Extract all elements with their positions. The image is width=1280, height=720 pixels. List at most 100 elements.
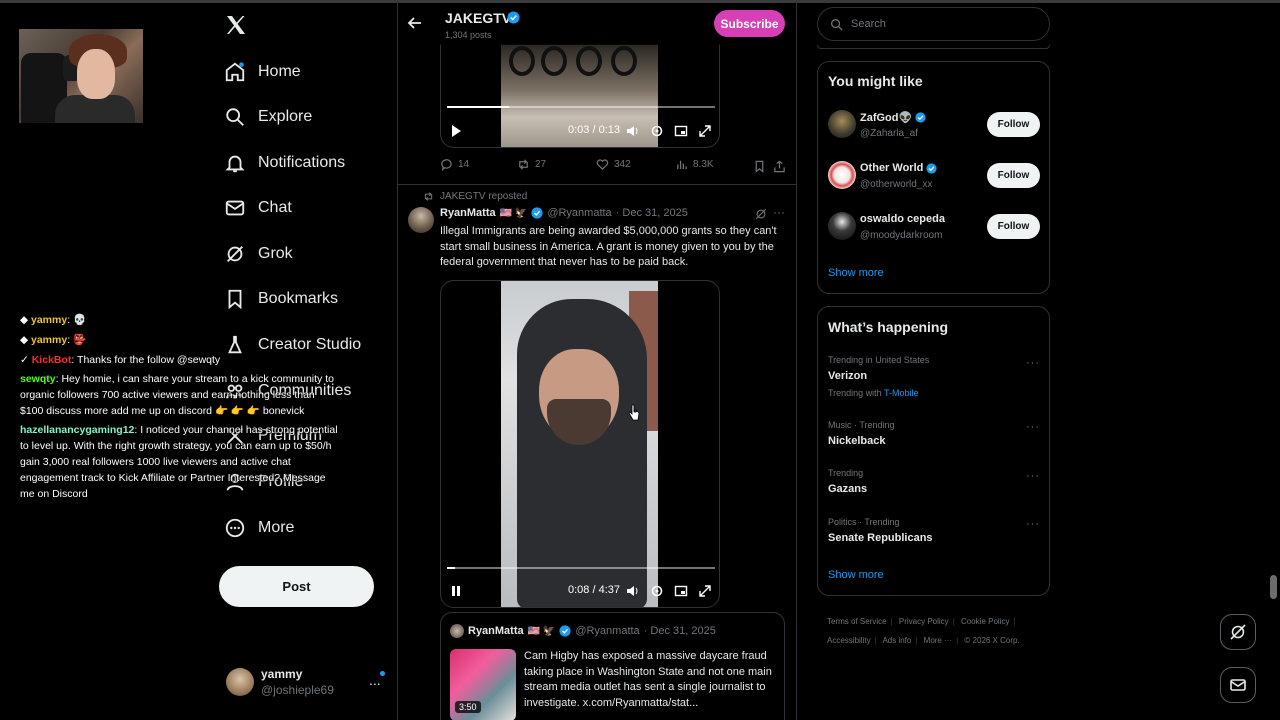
views-button[interactable]: 8.3K (675, 158, 714, 171)
back-arrow-icon[interactable] (407, 15, 423, 31)
bookmark-icon[interactable] (753, 160, 766, 173)
follow-button[interactable]: Follow (987, 163, 1040, 188)
messages-floating-button[interactable] (1220, 667, 1256, 703)
search-box[interactable] (817, 7, 1050, 41)
volume-icon[interactable] (626, 584, 640, 598)
suggestion-name[interactable]: oswaldo cepeda (860, 213, 945, 225)
chat-text: : 💀 (67, 314, 87, 326)
nav-notifications[interactable]: Notifications (224, 148, 345, 178)
grok-icon[interactable] (755, 208, 767, 220)
footer-copyright: © 2026 X Corp. (964, 636, 1020, 645)
nav-more[interactable]: More (224, 513, 294, 543)
chat-message: ◆ yammy: 👺 (20, 334, 87, 346)
quote-header: RyanMatta 🇺🇸 🦅 @Ryanmatta · Dec 31, 2025 (468, 625, 716, 637)
follow-button[interactable]: Follow (987, 214, 1040, 239)
post-button[interactable]: Post (219, 566, 374, 607)
trend-more-icon[interactable]: ··· (1026, 421, 1040, 433)
nav-label: More (258, 519, 295, 536)
avatar[interactable] (828, 212, 856, 240)
trend-related-prefix: Trending with (828, 388, 885, 398)
follow-button[interactable]: Follow (987, 112, 1040, 137)
suggestion-name[interactable]: ZafGod👽 (860, 111, 926, 124)
show-more-link[interactable]: Show more (828, 569, 884, 581)
play-icon[interactable] (449, 124, 463, 138)
trend-name[interactable]: Gazans (828, 483, 867, 495)
subscribe-button[interactable]: Subscribe (714, 10, 785, 37)
author-name[interactable]: RyanMatta (440, 207, 496, 219)
chat-username: sewqty (20, 373, 56, 385)
verified-badge-icon (559, 625, 571, 637)
footer-ads-info[interactable]: Ads info (882, 636, 911, 645)
trend-context: Music · Trending (828, 420, 895, 430)
pip-icon[interactable] (674, 124, 688, 138)
settings-icon[interactable] (650, 584, 664, 598)
nav-label: Notifications (258, 154, 346, 171)
grok-icon (1230, 624, 1246, 640)
tweet-more-icon[interactable]: ··· (773, 205, 785, 219)
fullscreen-icon[interactable] (698, 124, 712, 138)
footer-terms[interactable]: Terms of Service (827, 617, 887, 626)
avatar[interactable] (828, 110, 856, 138)
trend-more-icon[interactable]: ··· (1026, 518, 1040, 530)
repost-button[interactable]: 27 (517, 158, 546, 171)
chat-message: hazellanancygaming12: I noticed your cha… (20, 422, 340, 502)
avatar[interactable] (408, 207, 434, 233)
nav-grok[interactable]: Grok (224, 239, 293, 269)
nav-explore[interactable]: Explore (224, 102, 312, 132)
tweet-divider (398, 184, 796, 185)
mail-icon (1230, 679, 1246, 691)
trend-name[interactable]: Senate Republicans (828, 532, 933, 544)
trend-more-icon[interactable]: ··· (1026, 357, 1040, 369)
video-player[interactable]: 0:03 / 0:13 (440, 44, 720, 148)
show-more-link[interactable]: Show more (828, 267, 884, 279)
views-icon (677, 160, 687, 170)
like-button[interactable]: 342 (596, 158, 631, 171)
heart-icon (596, 159, 609, 170)
volume-icon[interactable] (626, 124, 640, 138)
x-logo-icon[interactable] (224, 13, 248, 37)
settings-icon[interactable] (650, 124, 664, 138)
search-icon (226, 108, 244, 126)
trend-context: Trending in United States (828, 355, 930, 365)
author-flags: 🇺🇸 🦅 (499, 207, 528, 219)
grok-floating-button[interactable] (1220, 614, 1256, 650)
account-handle: @joshieple69 (261, 683, 334, 697)
trend-related-link[interactable]: T-Mobile (884, 388, 919, 398)
tweet-date[interactable]: · Dec 31, 2025 (616, 207, 688, 219)
video-frame (501, 281, 658, 607)
chat-username: yammy (31, 314, 68, 326)
fullscreen-icon[interactable] (698, 584, 712, 598)
search-input[interactable] (851, 18, 1031, 30)
footer-more[interactable]: More ··· (924, 636, 952, 645)
trend-name[interactable]: Nickelback (828, 435, 885, 447)
reply-button[interactable]: 14 (440, 158, 469, 171)
share-icon[interactable] (773, 160, 786, 173)
footer-accessibility[interactable]: Accessibility (827, 636, 871, 645)
author-name: RyanMatta (468, 625, 524, 637)
nav-chat[interactable]: Chat (224, 193, 292, 223)
views-count: 8.3K (693, 159, 714, 170)
verified-badge-icon (915, 112, 926, 123)
pip-icon[interactable] (674, 584, 688, 598)
avatar[interactable] (828, 161, 856, 189)
nav-home[interactable]: Home (224, 57, 301, 87)
video-progress-track[interactable] (447, 567, 715, 569)
author-handle[interactable]: @Ryanmatta (547, 207, 611, 219)
nav-bookmarks[interactable]: Bookmarks (224, 284, 338, 314)
quoted-tweet[interactable]: RyanMatta 🇺🇸 🦅 @Ryanmatta · Dec 31, 2025… (440, 612, 785, 720)
account-switcher[interactable]: yammy @joshieple69 ... (226, 664, 391, 700)
suggestion-name[interactable]: Other World (860, 162, 938, 174)
home-icon (225, 62, 245, 82)
repost-context: JAKEGTV reposted (423, 191, 527, 202)
trend-more-icon[interactable]: ··· (1026, 470, 1040, 482)
footer-cookie[interactable]: Cookie Policy (961, 617, 1009, 626)
footer-privacy[interactable]: Privacy Policy (899, 617, 949, 626)
pause-icon[interactable] (449, 584, 463, 598)
profile-title: JAKEGTV (445, 10, 512, 26)
repost-count: 27 (535, 159, 547, 170)
trend-name[interactable]: Verizon (828, 370, 867, 382)
page-scrollbar[interactable] (1270, 575, 1277, 599)
video-player[interactable]: 0:08 / 4:37 (440, 280, 720, 608)
tweet-header: RyanMatta 🇺🇸 🦅 @Ryanmatta · Dec 31, 2025 (440, 207, 688, 219)
bookmark-icon (228, 289, 242, 310)
